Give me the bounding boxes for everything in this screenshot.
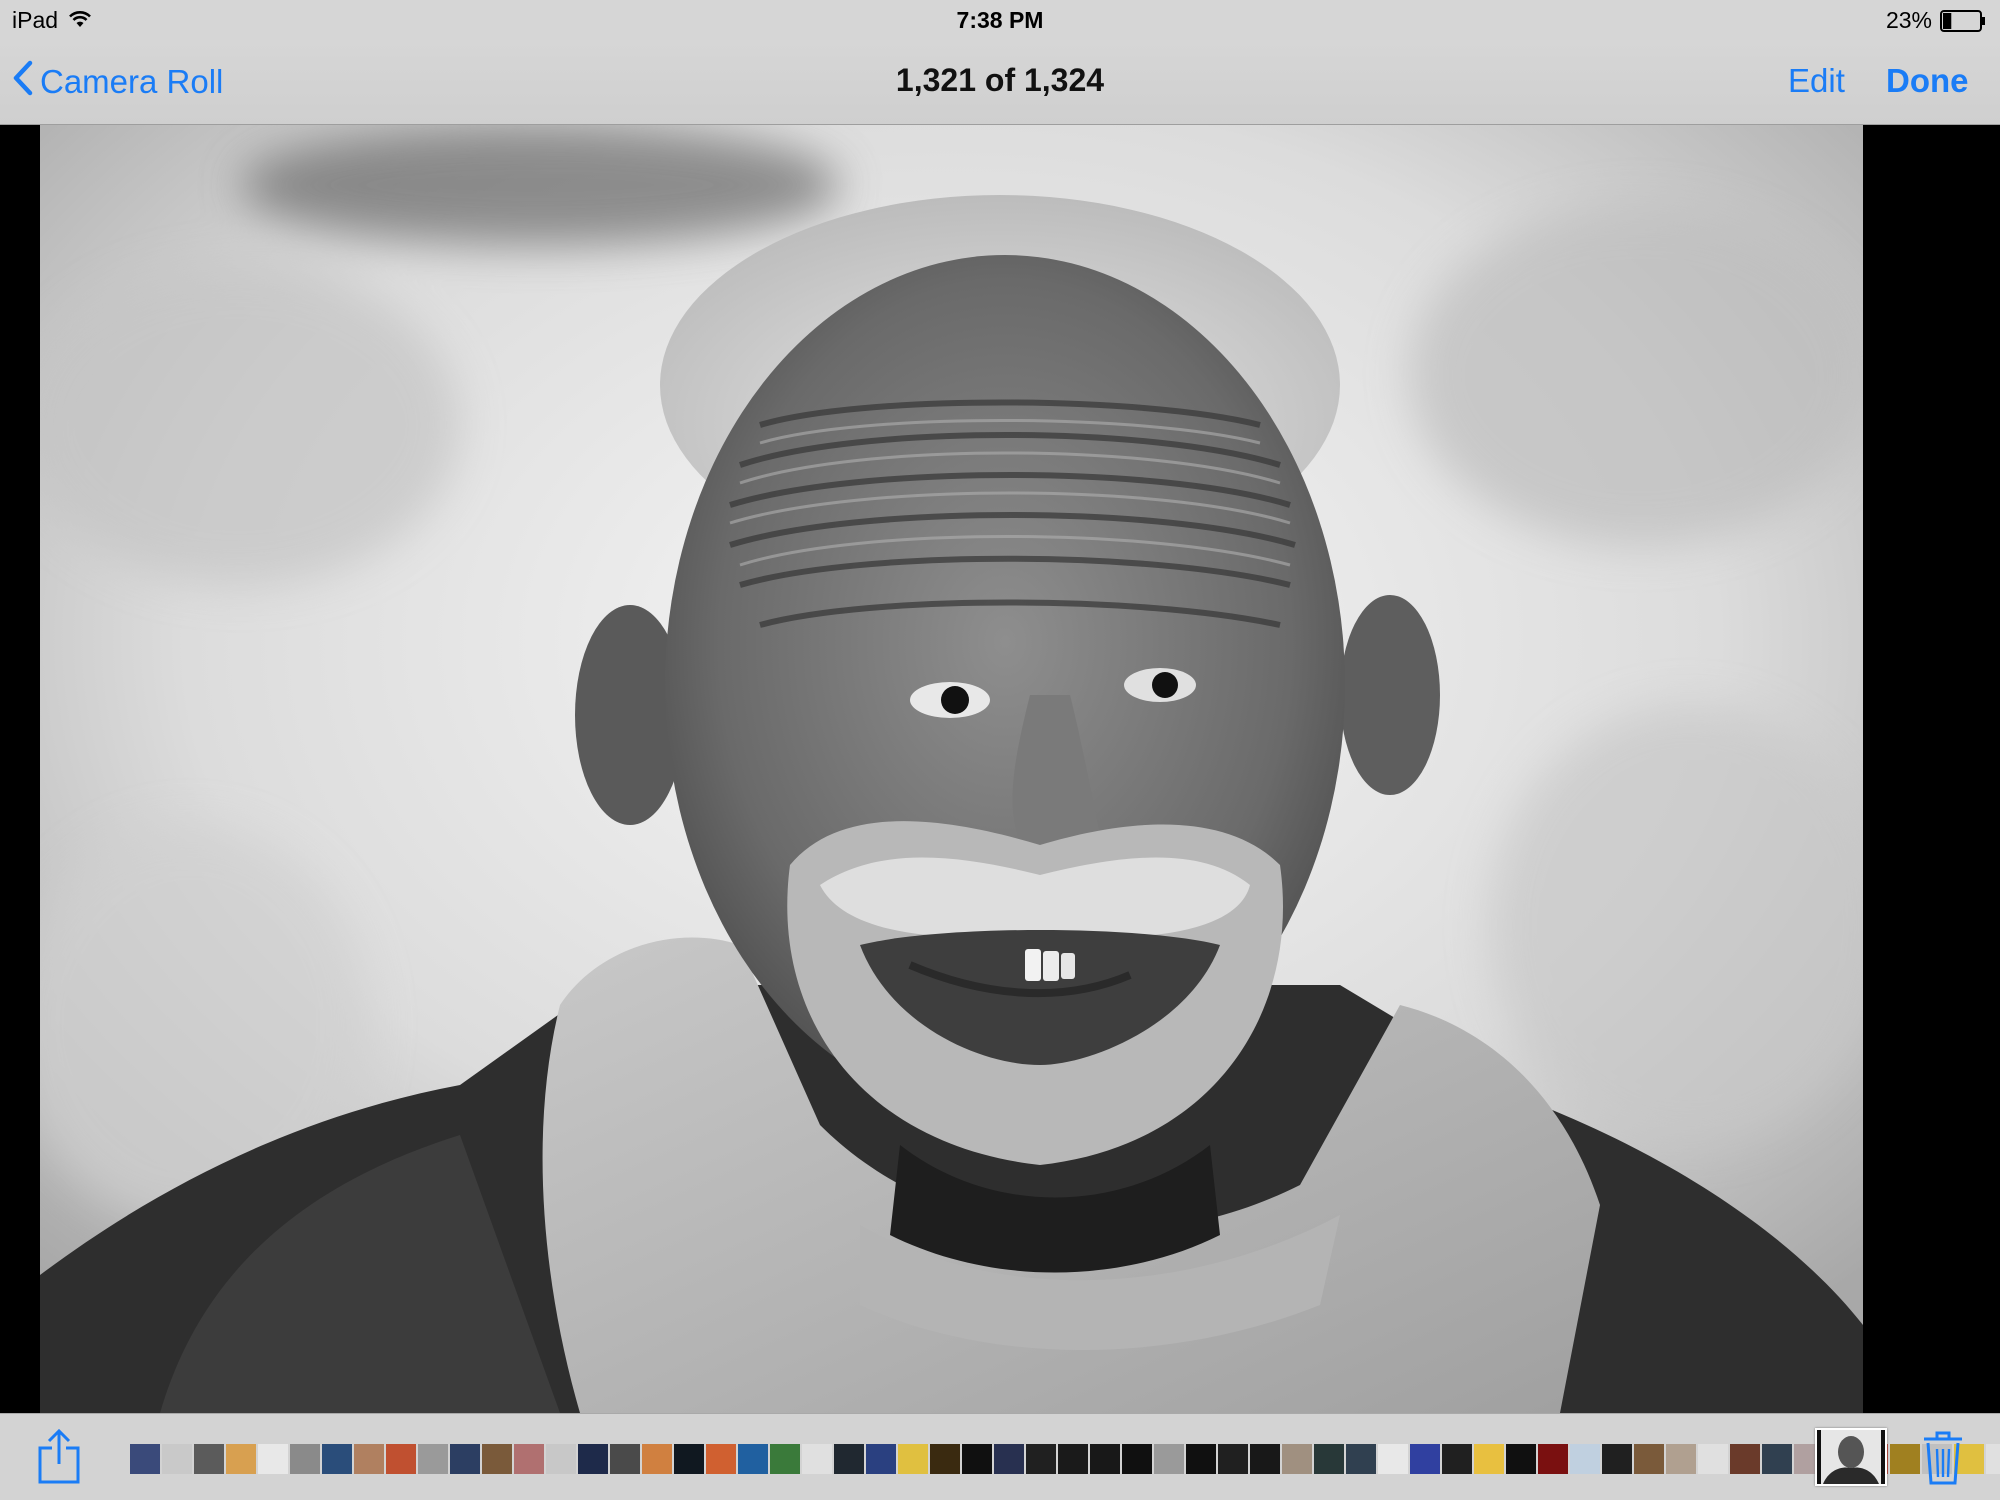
share-icon [36,1428,82,1490]
filmstrip-thumbnail[interactable] [994,1444,1024,1474]
current-photo-thumbnail[interactable] [1815,1428,1887,1486]
filmstrip-thumbnail[interactable] [1474,1444,1504,1474]
filmstrip-thumbnail[interactable] [546,1444,576,1474]
filmstrip-thumbnail[interactable] [1250,1444,1280,1474]
filmstrip-thumbnail[interactable] [738,1444,768,1474]
filmstrip-thumbnail[interactable] [802,1444,832,1474]
filmstrip-thumbnail[interactable] [578,1444,608,1474]
photo-filmstrip[interactable] [130,1444,2000,1474]
filmstrip-thumbnail[interactable] [1730,1444,1760,1474]
filmstrip-thumbnail[interactable] [1698,1444,1728,1474]
filmstrip-thumbnail[interactable] [962,1444,992,1474]
photo-counter-title: 1,321 of 1,324 [895,62,1105,98]
clock: 7:38 PM [956,7,1044,33]
filmstrip-thumbnail[interactable] [1410,1444,1440,1474]
filmstrip-thumbnail[interactable] [610,1444,640,1474]
filmstrip-thumbnail[interactable] [258,1444,288,1474]
filmstrip-thumbnail[interactable] [1986,1444,2000,1474]
filmstrip-thumbnail[interactable] [354,1444,384,1474]
filmstrip-thumbnail[interactable] [1762,1444,1792,1474]
filmstrip-thumbnail[interactable] [1154,1444,1184,1474]
filmstrip-thumbnail[interactable] [674,1444,704,1474]
status-bar: iPad 7:38 PM 23% [0,0,2000,40]
filmstrip-thumbnail[interactable] [1666,1444,1696,1474]
filmstrip-thumbnail[interactable] [1026,1444,1056,1474]
filmstrip-thumbnail[interactable] [1186,1444,1216,1474]
filmstrip-thumbnail[interactable] [1378,1444,1408,1474]
filmstrip-thumbnail[interactable] [130,1444,160,1474]
filmstrip-thumbnail[interactable] [482,1444,512,1474]
filmstrip-thumbnail[interactable] [1506,1444,1536,1474]
filmstrip-thumbnail[interactable] [1346,1444,1376,1474]
filmstrip-thumbnail[interactable] [1282,1444,1312,1474]
filmstrip-thumbnail[interactable] [1058,1444,1088,1474]
back-button[interactable]: Camera Roll [12,60,223,104]
photo[interactable] [40,125,1863,1413]
filmstrip-thumbnail[interactable] [418,1444,448,1474]
filmstrip-thumbnail[interactable] [290,1444,320,1474]
filmstrip-thumbnail[interactable] [1218,1444,1248,1474]
filmstrip-thumbnail[interactable] [322,1444,352,1474]
filmstrip-thumbnail[interactable] [1314,1444,1344,1474]
filmstrip-thumbnail[interactable] [1122,1444,1152,1474]
photo-viewer[interactable] [0,125,2000,1413]
filmstrip-thumbnail[interactable] [194,1444,224,1474]
chevron-left-icon [12,60,34,104]
filmstrip-thumbnail[interactable] [834,1444,864,1474]
done-button[interactable]: Done [1886,62,1969,100]
filmstrip-thumbnail[interactable] [226,1444,256,1474]
trash-icon [1922,1431,1964,1490]
filmstrip-thumbnail[interactable] [1570,1444,1600,1474]
edit-button[interactable]: Edit [1788,62,1845,100]
filmstrip-thumbnail[interactable] [642,1444,672,1474]
filmstrip-thumbnail[interactable] [1442,1444,1472,1474]
navigation-bar: Camera Roll 1,321 of 1,324 Edit Done [0,40,2000,125]
delete-button[interactable] [1922,1430,1964,1486]
battery-percent: 23% [1885,7,1932,33]
filmstrip-thumbnail[interactable] [1890,1444,1920,1474]
filmstrip-thumbnail[interactable] [706,1444,736,1474]
filmstrip-thumbnail[interactable] [514,1444,544,1474]
filmstrip-thumbnail[interactable] [450,1444,480,1474]
filmstrip-thumbnail[interactable] [162,1444,192,1474]
filmstrip-thumbnail[interactable] [1090,1444,1120,1474]
filmstrip-thumbnail[interactable] [898,1444,928,1474]
bottom-toolbar [0,1413,2000,1500]
filmstrip-thumbnail[interactable] [1538,1444,1568,1474]
status-right: 23% [1886,7,1986,34]
share-button[interactable] [36,1428,82,1486]
filmstrip-thumbnail[interactable] [770,1444,800,1474]
filmstrip-thumbnail[interactable] [386,1444,416,1474]
back-button-label: Camera Roll [40,63,224,100]
filmstrip-thumbnail[interactable] [1634,1444,1664,1474]
battery-icon [1940,9,1986,32]
filmstrip-thumbnail[interactable] [1602,1444,1632,1474]
filmstrip-thumbnail[interactable] [866,1444,896,1474]
filmstrip-thumbnail[interactable] [930,1444,960,1474]
